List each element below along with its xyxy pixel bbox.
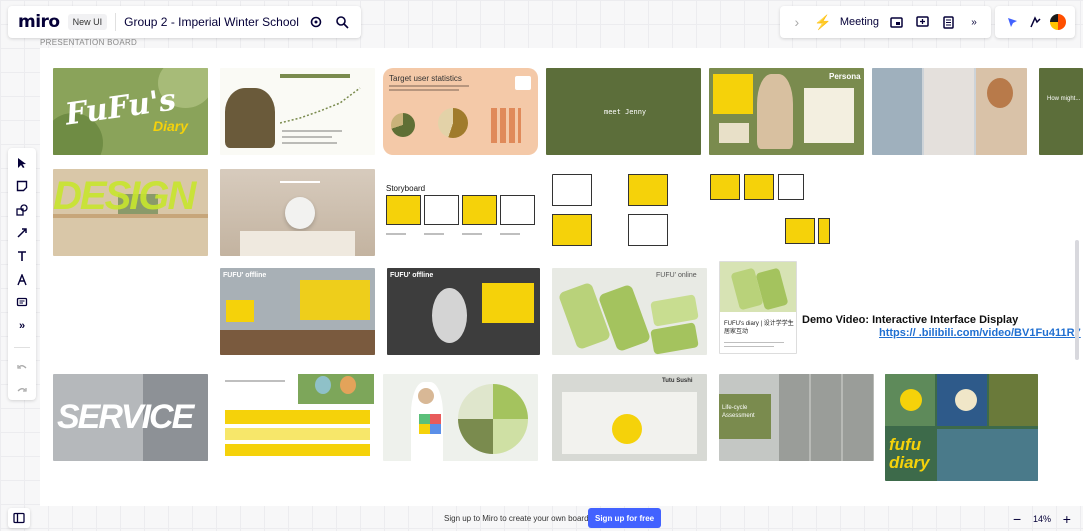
zoom-in-button[interactable]: + [1063, 511, 1071, 527]
board-name[interactable]: Group 2 - Imperial Winter School [124, 15, 299, 29]
slide-title: Tutu Sushi [662, 378, 693, 384]
sticky-note-icon[interactable] [12, 177, 32, 195]
demo-video-title: Demo Video: Interactive Interface Displa… [802, 314, 1019, 326]
slide-storyboard[interactable]: Storyboard [383, 169, 538, 256]
slide-title: FUFU' offline [390, 272, 434, 279]
lightning-icon[interactable]: ⚡ [814, 13, 832, 31]
slide-title: SERVICE [57, 398, 194, 436]
search-icon[interactable] [333, 13, 351, 31]
divider [115, 13, 117, 31]
zoom-controls: − 14% + [1009, 508, 1075, 530]
slide-storyboard-panels-b[interactable] [710, 174, 830, 254]
slide-title: fufu diary [889, 435, 930, 472]
slide-design[interactable]: DESIGN [53, 169, 208, 256]
slide-title: Target user statistics [389, 74, 462, 83]
meeting-button[interactable]: Meeting [840, 16, 879, 28]
slide-storyboard-panels-a[interactable] [552, 174, 670, 249]
new-ui-badge[interactable]: New UI [67, 14, 108, 30]
slide-fufu-online[interactable]: FUFU' online [552, 268, 707, 355]
slide-user-photos[interactable] [872, 68, 1027, 155]
frame-title[interactable]: PRESENTATION BOARD [40, 38, 137, 47]
collaboration-toolbar: › ⚡ Meeting » [779, 6, 991, 38]
more-tools-icon[interactable]: » [12, 317, 32, 335]
video-card[interactable]: FUFU's diary | 设计学学生居家互动 [719, 261, 797, 354]
slide-fufus-diary[interactable]: FuFu's Diary [53, 68, 208, 155]
arrow-line-icon[interactable] [12, 224, 32, 242]
slide-research-chart[interactable] [220, 68, 375, 155]
slide-service-blueprint[interactable] [220, 374, 375, 461]
vertical-scrollbar[interactable] [1075, 240, 1079, 360]
slide-tutu-sushi[interactable]: Tutu Sushi [552, 374, 707, 461]
slide-life-cycle-assessment[interactable]: Life-cycle Assessment [719, 374, 874, 461]
slide-title: Storyboard [386, 184, 426, 193]
creation-toolbar: » [8, 148, 36, 400]
slide-title: meet Jenny [604, 108, 647, 116]
slide-service[interactable]: SERVICE [53, 374, 208, 461]
zoom-out-button[interactable]: − [1013, 511, 1021, 527]
zoom-level[interactable]: 14% [1033, 514, 1051, 524]
present-icon[interactable] [887, 13, 905, 31]
slide-target-user-statistics[interactable]: Target user statistics [383, 68, 538, 155]
signup-prompt: Sign up to Miro to create your own board… [444, 514, 595, 523]
video-card-caption: FUFU's diary | 设计学学生居家互动 [724, 321, 794, 335]
slide-title: Life-cycle Assessment [722, 405, 755, 419]
demo-video-link[interactable]: https:// .bilibili.com/video/BV1Fu411R7 [879, 327, 1081, 339]
slide-meet-jenny[interactable]: meet Jenny [546, 68, 701, 155]
slide-title: FUFU' online [656, 272, 697, 279]
comment-icon[interactable] [913, 13, 931, 31]
text-tool-icon[interactable] [12, 247, 32, 265]
user-toolbar [995, 6, 1075, 38]
slide-fufu-offline-2[interactable]: FUFU' offline [387, 268, 540, 355]
cursor-share-icon[interactable] [1004, 13, 1022, 31]
slide-title: Persona [829, 72, 861, 81]
shapes-icon[interactable] [12, 201, 32, 219]
signup-button[interactable]: Sign up for free [588, 508, 662, 528]
notes-icon[interactable] [939, 13, 957, 31]
slide-product-render[interactable] [220, 169, 375, 256]
toolbar-divider [14, 346, 30, 348]
settings-icon[interactable] [307, 13, 325, 31]
slide-title: DESIGN [53, 174, 196, 218]
slide-subtitle: Diary [153, 118, 189, 134]
reactions-icon[interactable] [1027, 13, 1045, 31]
pen-tool-icon[interactable] [12, 271, 32, 289]
panel-toggle-icon[interactable] [8, 508, 30, 528]
redo-icon[interactable] [12, 382, 32, 400]
slide-fufu-offline-1[interactable]: FUFU' offline [220, 268, 375, 355]
slide-persona[interactable]: Persona [709, 68, 864, 155]
user-avatar[interactable] [1050, 14, 1067, 30]
comment-tool-icon[interactable] [12, 294, 32, 312]
slide-how-might[interactable]: How might... [1039, 68, 1083, 155]
chevron-right-icon[interactable]: › [788, 13, 806, 31]
board-header: miro New UI Group 2 - Imperial Winter Sc… [8, 6, 361, 38]
slide-fufu-diary-comic[interactable]: fufu diary [885, 374, 1038, 481]
slide-doctor[interactable] [383, 374, 538, 461]
undo-icon[interactable] [12, 358, 32, 376]
select-cursor-icon[interactable] [12, 154, 32, 172]
slide-title: How might... [1047, 96, 1081, 102]
miro-logo[interactable]: miro [18, 12, 60, 32]
slide-title: FUFU' offline [223, 272, 267, 279]
more-chevron-icon[interactable]: » [965, 13, 983, 31]
